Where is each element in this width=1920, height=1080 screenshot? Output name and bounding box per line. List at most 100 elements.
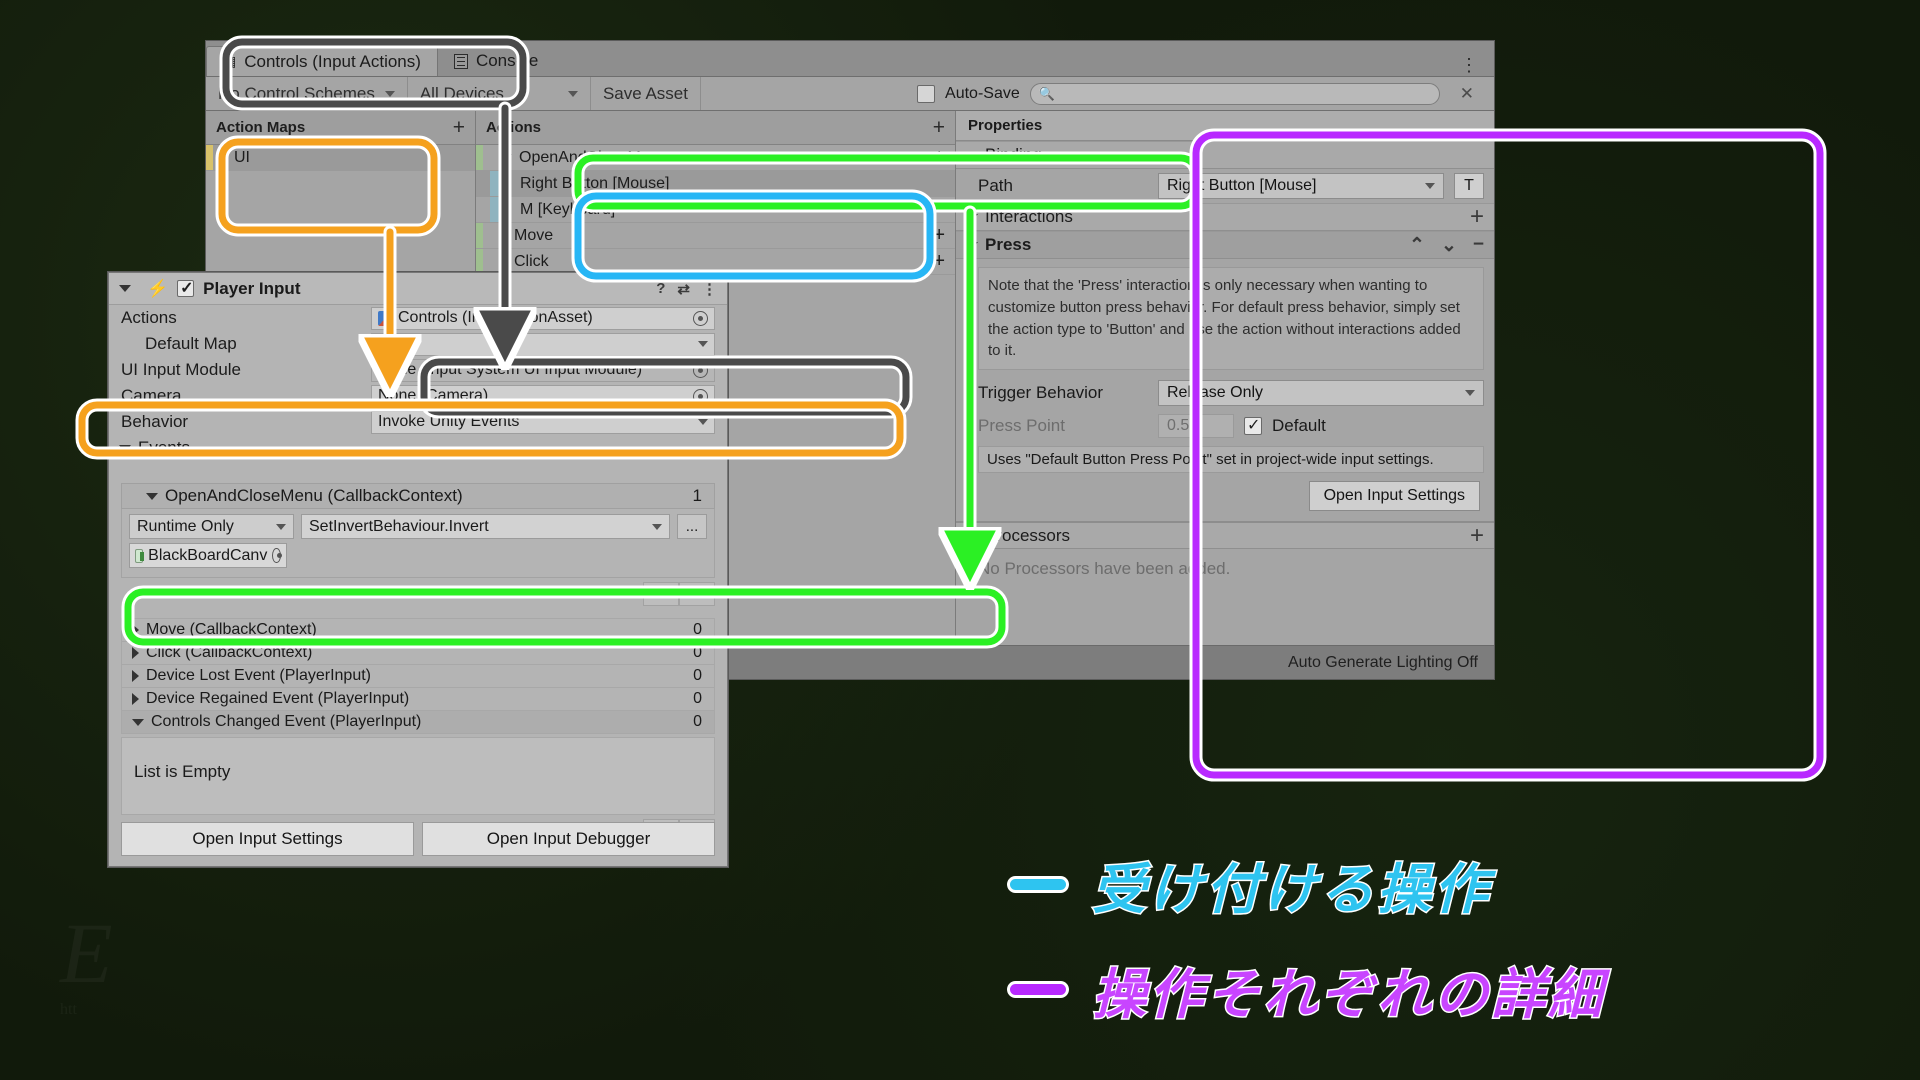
triangle-down-icon xyxy=(966,151,978,159)
open-input-settings-button[interactable]: Open Input Settings xyxy=(121,822,414,856)
object-picker-icon[interactable] xyxy=(693,388,708,404)
input-actions-icon: ▦ xyxy=(223,53,237,69)
preset-icon[interactable]: ⇄ xyxy=(677,280,690,298)
inspector-window: ⚡ Player Input ? ⇄ ⋮ Actions Controls (I… xyxy=(108,272,728,867)
triangle-right-icon[interactable] xyxy=(500,255,507,268)
add-processor-button[interactable]: + xyxy=(1470,522,1484,550)
window-menu-kebab-icon[interactable]: ⋮ xyxy=(1446,55,1494,76)
callback-mode-dropdown[interactable]: Runtime Only xyxy=(129,514,294,539)
triangle-down-icon xyxy=(966,213,978,221)
path-text-toggle-button[interactable]: T xyxy=(1454,173,1484,199)
event-row-move[interactable]: Move (CallbackContext) 0 xyxy=(122,619,714,642)
callback-entry-row: Runtime Only SetInvertBehaviour.Invert .… xyxy=(129,514,707,539)
actions-object-field[interactable]: Controls (InputActionAsset) xyxy=(371,306,715,330)
triangle-right-icon[interactable] xyxy=(500,229,507,242)
binding-item-m-keyboard[interactable]: M [Keyboard] xyxy=(476,197,955,223)
chevron-down-icon xyxy=(698,419,708,425)
add-action-map-button[interactable]: + xyxy=(453,116,465,140)
add-binding-button[interactable]: + xyxy=(933,146,945,169)
object-picker-icon[interactable] xyxy=(272,548,282,563)
add-binding-button[interactable]: + xyxy=(933,250,945,273)
event-row-device-regained[interactable]: Device Regained Event (PlayerInput) 0 xyxy=(122,688,714,711)
auto-save-label: Auto-Save xyxy=(945,84,1020,102)
press-interaction-header[interactable]: Press ⌃ ⌄ − xyxy=(956,231,1494,259)
binding-section-header[interactable]: Binding xyxy=(956,141,1494,169)
callback-remove-button[interactable]: − xyxy=(679,582,715,606)
add-binding-button[interactable]: + xyxy=(933,224,945,247)
tab-label: Console xyxy=(475,51,539,70)
field-label: UI Input Module xyxy=(121,360,242,379)
processors-section-header[interactable]: Processors + xyxy=(956,521,1494,549)
controls-changed-empty-list: List is Empty xyxy=(121,737,715,815)
callback-more-button[interactable]: ... xyxy=(677,514,707,539)
chevron-down-icon xyxy=(384,90,395,97)
properties-title: Properties xyxy=(956,111,1494,141)
triangle-down-icon[interactable] xyxy=(500,154,512,161)
control-schemes-dropdown[interactable]: No Control Schemes xyxy=(206,77,408,110)
default-map-dropdown[interactable]: UI xyxy=(371,332,715,356)
chevron-up-icon[interactable]: ⌃ xyxy=(1409,234,1425,257)
kebab-icon[interactable]: ⋮ xyxy=(702,280,717,298)
legend-text-purple: 操作それぞれの詳細 xyxy=(1091,962,1605,1028)
triangle-down-icon xyxy=(146,492,158,500)
path-dropdown[interactable]: Right Button [Mouse] xyxy=(1158,173,1444,199)
open-input-settings-button[interactable]: Open Input Settings xyxy=(1308,481,1480,511)
callback-list-controls: + − xyxy=(121,582,715,606)
callback-target-object-field[interactable]: BlackBoardCanv xyxy=(129,543,287,568)
devices-dropdown[interactable]: All Devices xyxy=(408,77,591,110)
callback-function-dropdown[interactable]: SetInvertBehaviour.Invert xyxy=(301,514,670,539)
triangle-right-icon xyxy=(132,647,139,659)
action-map-item-ui[interactable]: UI xyxy=(206,145,475,171)
ui-input-module-object-field[interactable]: None (Input System UI Input Module) xyxy=(371,358,715,382)
chevron-down-icon[interactable]: ⌄ xyxy=(1441,234,1457,257)
binding-item-right-button-mouse[interactable]: Right Button [Mouse] xyxy=(476,171,955,197)
action-stripe xyxy=(476,249,483,274)
object-picker-icon[interactable] xyxy=(693,362,708,378)
trigger-behavior-label: Trigger Behavior xyxy=(978,383,1104,402)
open-input-debugger-button[interactable]: Open Input Debugger xyxy=(422,822,715,856)
search-input[interactable]: 🔍 xyxy=(1029,82,1440,105)
press-point-row: Press Point 0.5 Default xyxy=(956,410,1494,442)
interactions-section-header[interactable]: Interactions + xyxy=(956,203,1494,231)
triangle-down-icon xyxy=(966,532,978,539)
add-interaction-button[interactable]: + xyxy=(1470,203,1484,231)
legend-item-purple: 操作それぞれの詳細 xyxy=(1010,950,1605,1029)
event-row-controls-changed[interactable]: Controls Changed Event (PlayerInput) 0 xyxy=(122,711,714,734)
properties-pane: Properties Binding Path Right Button [Mo… xyxy=(956,111,1494,679)
action-item-move[interactable]: Move + xyxy=(476,223,955,249)
field-row-camera: Camera None (Camera) xyxy=(109,383,727,409)
path-label: Path xyxy=(978,176,1013,195)
press-point-default-checkbox[interactable] xyxy=(1244,415,1262,435)
auto-save-group: Auto-Save 🔍 ✕ xyxy=(917,82,1494,105)
callback-target-row: BlackBoardCanv xyxy=(129,543,707,568)
component-enabled-checkbox[interactable] xyxy=(177,278,195,298)
minus-icon[interactable]: − xyxy=(1473,234,1484,256)
field-label: Default Map xyxy=(145,334,237,353)
tab-label: Controls (Input Actions) xyxy=(244,51,421,71)
help-icon[interactable]: ? xyxy=(656,280,665,298)
camera-object-field[interactable]: None (Camera) xyxy=(371,384,715,408)
trigger-behavior-dropdown[interactable]: Release Only xyxy=(1158,380,1484,406)
event-row-device-lost[interactable]: Device Lost Event (PlayerInput) 0 xyxy=(122,665,714,688)
triangle-down-icon[interactable] xyxy=(119,285,131,292)
tab-console[interactable]: Console xyxy=(437,46,555,76)
event-row-click[interactable]: Click (CallbackContext) 0 xyxy=(122,642,714,665)
tab-controls-input-actions[interactable]: ▦ Controls (Input Actions) xyxy=(206,46,438,76)
callback-openandclosemenu-header[interactable]: OpenAndCloseMenu (CallbackContext) 1 xyxy=(121,483,715,509)
close-icon[interactable]: ✕ xyxy=(1450,84,1484,104)
input-actions-toolbar: No Control Schemes All Devices Save Asse… xyxy=(206,77,1494,111)
field-row-ui-input-module: UI Input Module None (Input System UI In… xyxy=(109,357,727,383)
window-tabbar: ▦ Controls (Input Actions) Console ⋮ xyxy=(206,41,1494,77)
action-item-openandclosemenu[interactable]: OpenAndCloseMenu + xyxy=(476,145,955,171)
binding-stripe xyxy=(490,171,499,196)
press-point-input[interactable]: 0.5 xyxy=(1158,414,1234,438)
add-action-button[interactable]: + xyxy=(933,116,945,140)
default-label: Default xyxy=(1272,416,1326,435)
events-foldout[interactable]: Events xyxy=(109,435,727,461)
save-asset-button[interactable]: Save Asset xyxy=(591,77,701,110)
behavior-dropdown[interactable]: Invoke Unity Events xyxy=(371,410,715,434)
object-picker-icon[interactable] xyxy=(693,310,708,326)
auto-save-checkbox[interactable] xyxy=(917,84,936,103)
triangle-right-icon xyxy=(132,624,139,636)
callback-add-button[interactable]: + xyxy=(643,582,679,606)
